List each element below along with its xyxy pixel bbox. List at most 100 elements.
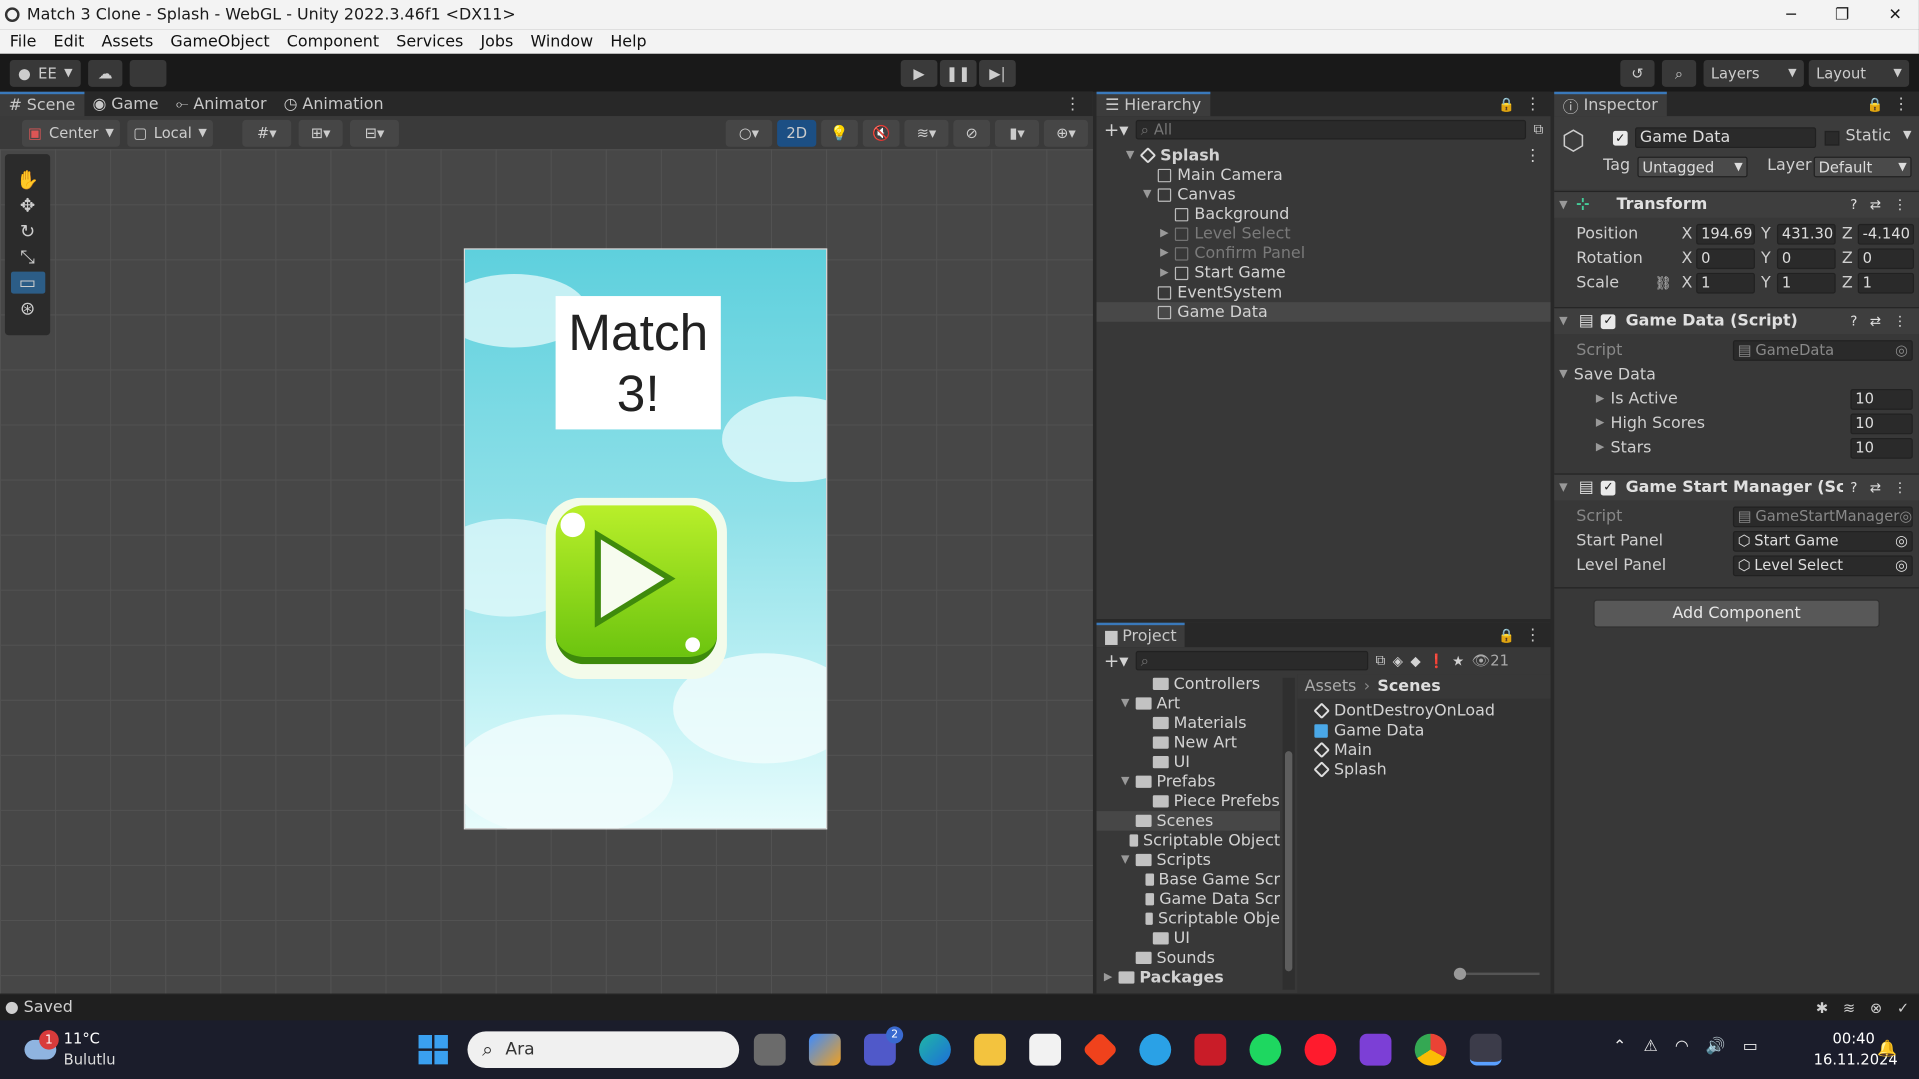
transform-header[interactable]: ▼ ⊹ Transform ? ⇄ ⋮ (1554, 190, 1919, 218)
label-icon[interactable]: ◆ (1410, 653, 1420, 669)
level-panel-field[interactable]: ⬡ Level Select ◎ (1732, 554, 1913, 576)
menu-help[interactable]: Help (610, 32, 646, 50)
foldout-arrow-icon[interactable]: ▶ (1596, 442, 1611, 454)
game-canvas[interactable]: Match 3! (463, 248, 828, 830)
scene-visibility-icon[interactable]: ⧉ (1534, 121, 1544, 138)
chrome-icon[interactable] (1414, 1033, 1447, 1066)
transform-tool[interactable]: ⊛ (10, 297, 44, 319)
save-data-size-input[interactable]: 10 (1850, 388, 1913, 410)
project-folder-item[interactable]: Sounds (1097, 948, 1281, 968)
debug-icon[interactable]: ✱ (1816, 999, 1828, 1016)
project-scrollbar[interactable] (1282, 677, 1295, 990)
help-icon[interactable]: ? (1850, 480, 1857, 496)
position-y-input[interactable]: 431.30 (1776, 223, 1836, 245)
project-search-input[interactable]: ⌕ (1135, 650, 1369, 671)
more-icon[interactable]: ⋮ (1893, 197, 1906, 213)
more-icon[interactable]: ⋮ (1893, 95, 1909, 113)
weather-widget[interactable]: 1 11°C Bulutlu (22, 1030, 144, 1072)
lock-icon[interactable]: 🔒 (1867, 96, 1884, 112)
pivot-dropdown[interactable]: ▣ Center ▼ (22, 119, 120, 147)
scale-tool[interactable]: ⤡ (10, 246, 44, 268)
chevron-down-icon[interactable]: ▼ (1903, 130, 1911, 142)
rotation-z-input[interactable]: 0 (1857, 247, 1915, 269)
foldout-arrow-icon[interactable]: ▶ (1104, 971, 1119, 983)
gsm-component-header[interactable]: ▼ ▤ ✓ Game Start Manager (Script) ?⇄⋮ (1554, 473, 1919, 501)
menu-assets[interactable]: Assets (102, 32, 154, 50)
project-folder-item[interactable]: ▼ Art (1097, 694, 1281, 714)
taskbar-search[interactable]: ⌕ Ara (467, 1031, 740, 1069)
foldout-arrow-icon[interactable]: ▼ (1121, 854, 1136, 866)
filter-icon[interactable]: ◈ (1393, 653, 1403, 669)
rotation-x-input[interactable]: 0 (1696, 247, 1755, 269)
hierarchy-item[interactable]: ▶ Level Select (1097, 224, 1551, 244)
copilot-icon[interactable] (808, 1033, 841, 1066)
mcafee-icon[interactable] (1194, 1033, 1227, 1066)
visibility-toggle[interactable]: ⊘ (953, 119, 991, 147)
rotation-y-input[interactable]: 0 (1776, 247, 1836, 269)
tab-game[interactable]: ◉ Game (84, 92, 167, 116)
increment-snap-button[interactable]: ⊟▾ (350, 119, 399, 147)
camera-dropdown[interactable]: ▮▾ (994, 119, 1040, 147)
audio-toggle[interactable]: 🔇 (862, 119, 900, 147)
position-x-input[interactable]: 194.69 (1696, 223, 1755, 245)
spotify-icon[interactable] (1249, 1033, 1282, 1066)
add-icon[interactable]: +▾ (1104, 119, 1129, 141)
teams-icon[interactable]: 2 (864, 1026, 904, 1066)
project-folder-item[interactable]: ▶ Packages (1097, 968, 1281, 988)
effects-toggle[interactable]: ≋▾ (904, 119, 949, 147)
help-icon[interactable]: ? (1850, 197, 1857, 213)
zoom-slider-thumb[interactable] (1453, 967, 1467, 980)
network-icon[interactable]: ⊗ (1870, 999, 1882, 1016)
security-icon[interactable]: ⚠ (1643, 1037, 1657, 1055)
project-file-item[interactable]: Game Data (1297, 721, 1550, 741)
menu-edit[interactable]: Edit (54, 32, 85, 50)
store-icon[interactable] (1029, 1033, 1062, 1066)
unity-hub-icon[interactable] (1469, 1033, 1502, 1066)
minimize-button[interactable]: ─ (1786, 6, 1796, 24)
project-folder-item[interactable]: ▼ Prefabs (1097, 772, 1281, 792)
pause-button[interactable]: ❚❚ (939, 59, 977, 87)
tab-scene[interactable]: # Scene (0, 91, 84, 117)
cache-icon[interactable]: ≋ (1843, 999, 1855, 1016)
collapse-arrow-icon[interactable]: ▶ (1160, 267, 1175, 279)
tab-animator[interactable]: ⟜ Animator (167, 92, 275, 116)
history-button[interactable]: ↺ (1620, 59, 1655, 87)
file-explorer-icon[interactable] (974, 1033, 1006, 1066)
hierarchy-scene-row[interactable]: ▼ Splash ⋮ (1097, 146, 1551, 166)
scale-y-input[interactable]: 1 (1776, 272, 1836, 294)
constrain-proportions-icon[interactable]: ⛓ (1655, 275, 1672, 291)
opera-icon[interactable] (1304, 1033, 1337, 1066)
save-data-size-input[interactable]: 10 (1850, 437, 1913, 459)
toggle-2d-button[interactable]: 2D (777, 119, 817, 147)
hierarchy-item[interactable]: Background (1097, 204, 1551, 224)
more-icon[interactable]: ⋮ (1893, 480, 1906, 496)
hierarchy-item[interactable]: Main Camera (1097, 165, 1551, 185)
project-folder-item[interactable]: Base Game Scr (1097, 870, 1280, 890)
preset-icon[interactable]: ⇄ (1870, 480, 1881, 496)
save-data-foldout[interactable]: ▼ Save Data (1554, 362, 1919, 386)
help-icon[interactable]: ? (1850, 313, 1857, 329)
rect-tool[interactable]: ▭ (10, 271, 45, 294)
layout-dropdown[interactable]: Layout ▼ (1808, 59, 1910, 87)
anydesk-icon[interactable] (1082, 1031, 1119, 1068)
script-field[interactable]: ▤ GameData ◎ (1732, 339, 1913, 361)
lighting-toggle[interactable]: 💡 (821, 119, 858, 147)
project-folder-item[interactable]: Scriptable Object (1097, 831, 1280, 851)
collapse-arrow-icon[interactable]: ▶ (1160, 247, 1175, 259)
expand-arrow-icon[interactable]: ▼ (1143, 188, 1158, 200)
maximize-button[interactable]: ❐ (1835, 6, 1849, 24)
zoom-slider[interactable] (1453, 967, 1540, 980)
add-icon[interactable]: +▾ (1104, 650, 1129, 672)
python-icon[interactable] (1139, 1033, 1172, 1066)
battery-icon[interactable]: ▭ (1743, 1037, 1758, 1055)
breadcrumb-assets[interactable]: Assets (1305, 677, 1357, 695)
gameobject-name-input[interactable]: Game Data (1634, 127, 1817, 149)
search-by-type-icon[interactable]: ⧉ (1376, 652, 1386, 669)
clock[interactable]: 00:40 16.11.2024 (1814, 1030, 1898, 1068)
more-icon[interactable]: ⋮ (1525, 146, 1541, 164)
expand-arrow-icon[interactable]: ▼ (1126, 149, 1141, 161)
project-file-item[interactable]: DontDestroyOnLoad (1297, 701, 1550, 721)
start-button[interactable] (418, 1034, 448, 1065)
menu-jobs[interactable]: Jobs (480, 32, 513, 50)
play-button-frame[interactable] (545, 497, 727, 679)
